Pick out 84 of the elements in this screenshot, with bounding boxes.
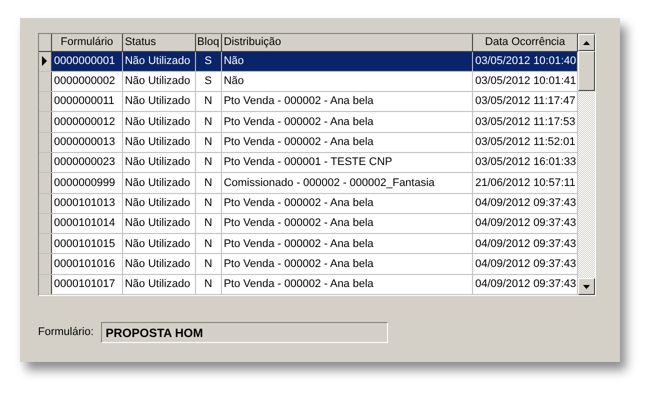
table-cell: Não Utilizado — [122, 194, 196, 213]
table-cell: 0000000012 — [52, 112, 123, 132]
table-cell: Não Utilizado — [122, 274, 196, 294]
table-row[interactable]: 0000101015 Não Utilizado N Pto Venda - 000002 - Ana bela 04/09/2012 09:37:43 — [39, 234, 578, 254]
row-indicator — [39, 152, 52, 172]
row-indicator — [39, 214, 52, 234]
table-cell: Não Utilizado — [122, 92, 196, 112]
table-cell: Pto Venda - 000002 - Ana bela — [222, 234, 474, 254]
table-cell: S — [196, 72, 222, 92]
table-cell: Não Utilizado — [122, 72, 196, 92]
column-header[interactable]: Formulário — [52, 34, 123, 50]
table-cell: Pto Venda - 000002 - Ana bela — [222, 274, 474, 294]
table-cell: Não Utilizado — [122, 173, 196, 193]
table-cell: Não Utilizado — [122, 214, 196, 234]
table-cell: Pto Venda - 000002 - Ana bela — [222, 254, 474, 274]
row-indicator — [39, 254, 52, 274]
table-cell: Não — [222, 72, 474, 92]
row-indicator — [39, 92, 52, 112]
table-cell: 0000000011 — [52, 92, 123, 112]
table-cell: 0000101016 — [52, 254, 123, 274]
row-pointer-icon — [42, 56, 48, 66]
table-row[interactable]: 0000101013 Não Utilizado N Pto Venda - 000002 - Ana bela 04/09/2012 09:37:43 — [39, 194, 578, 214]
table-cell: N — [196, 152, 222, 172]
table-cell: 0000101014 — [52, 214, 123, 234]
table-cell: Não Utilizado — [122, 254, 196, 274]
table-row[interactable]: 0000101016 Não Utilizado N Pto Venda - 000002 - Ana bela 04/09/2012 09:37:43 — [39, 254, 578, 275]
row-indicator — [39, 234, 52, 254]
table-cell: N — [196, 234, 222, 254]
table-row[interactable]: 0000000013 Não Utilizado N Pto Venda - 000002 - Ana bela 03/05/2012 11:52:01 — [39, 132, 578, 153]
table-cell: Não — [222, 52, 474, 71]
up-arrow-icon — [583, 40, 590, 44]
table-cell: Não Utilizado — [122, 112, 196, 132]
table-cell: N — [196, 254, 222, 274]
vertical-scrollbar[interactable] — [578, 34, 595, 295]
form-name-field[interactable]: PROPOSTA HOM — [100, 322, 388, 343]
table-cell: N — [196, 173, 222, 193]
row-indicator — [39, 173, 52, 193]
table-row[interactable]: 0000101017 Não Utilizado N Pto Venda - 000002 - Ana bela 04/09/2012 09:37:43 — [39, 274, 578, 296]
row-indicator — [39, 132, 52, 152]
row-indicator — [39, 194, 52, 213]
field-label: Formulário: — [38, 325, 94, 340]
table-row[interactable]: 0000000999 Não Utilizado N Comissionado - 000002 - 000002_Fantasia 21/06/2012 10:57:11 — [39, 173, 578, 194]
column-header[interactable]: Distribuição — [222, 34, 474, 50]
table-cell: 0000000001 — [52, 52, 123, 71]
table-cell: 0000000002 — [52, 72, 123, 92]
table-cell: Não Utilizado — [122, 234, 196, 254]
table-cell: N — [196, 92, 222, 112]
table-cell: Não Utilizado — [122, 152, 196, 172]
scroll-down-button[interactable] — [578, 278, 595, 295]
row-indicator — [39, 274, 52, 294]
table-row[interactable]: 0000000002 Não Utilizado S Não 03/05/2012 10:01:41 — [39, 72, 578, 92]
table-row[interactable]: 0000000023 Não Utilizado N Pto Venda - 000001 - TESTE CNP 03/05/2012 16:01:33 — [39, 152, 578, 174]
down-arrow-icon — [583, 284, 590, 288]
row-indicator — [39, 72, 52, 92]
table-cell: N — [196, 112, 222, 132]
table-row[interactable]: 0000101014 Não Utilizado N Pto Venda - 000002 - Ana bela 04/09/2012 09:37:43 — [39, 214, 578, 234]
table-row[interactable]: 0000000001 Não Utilizado S Não 03/05/2012 10:01:40 — [39, 52, 578, 72]
table-row[interactable]: 0000000012 Não Utilizado N Pto Venda - 000002 - Ana bela 03/05/2012 11:17:53 — [39, 112, 578, 133]
table-cell: Pto Venda - 000001 - TESTE CNP — [222, 152, 474, 172]
table-row[interactable]: 0000000011 Não Utilizado N Pto Venda - 000002 - Ana bela 03/05/2012 11:17:47 — [39, 92, 578, 112]
row-indicator — [39, 112, 52, 132]
table-cell: Comissionado - 000002 - 000002_Fantasia — [222, 173, 474, 193]
table-cell: S — [196, 52, 222, 71]
table-cell: Não Utilizado — [122, 132, 196, 152]
table-cell: N — [196, 274, 222, 294]
table-cell: Não Utilizado — [122, 52, 196, 71]
column-header[interactable]: Status — [122, 34, 196, 50]
column-header[interactable]: Bloq — [196, 34, 222, 50]
table-cell: 0000000013 — [52, 132, 123, 152]
table-cell: Pto Venda - 000002 - Ana bela — [222, 194, 474, 213]
scroll-thumb[interactable] — [578, 51, 595, 91]
table-cell: Pto Venda - 000002 - Ana bela — [222, 132, 474, 152]
table-cell: 0000000023 — [52, 152, 123, 172]
scroll-up-button[interactable] — [578, 34, 595, 51]
table-cell: Pto Venda - 000002 - Ana bela — [222, 92, 474, 112]
table-cell: N — [196, 132, 222, 152]
table-cell: 0000101013 — [52, 194, 123, 213]
table-cell: 0000101015 — [52, 234, 123, 254]
table-cell: Pto Venda - 000002 - Ana bela — [222, 112, 474, 132]
table-cell: N — [196, 214, 222, 234]
table-cell: Pto Venda - 000002 - Ana bela — [222, 214, 474, 234]
table-cell: N — [196, 194, 222, 213]
table-cell: 0000101017 — [52, 274, 123, 294]
table-cell: 0000000999 — [52, 173, 123, 193]
